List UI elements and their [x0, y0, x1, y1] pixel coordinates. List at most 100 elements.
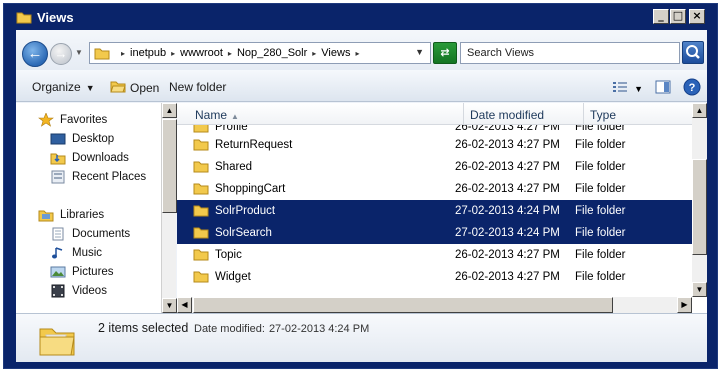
table-row[interactable]: Topic 26-02-2013 4:27 PM File folder: [177, 244, 692, 266]
nav-libraries[interactable]: Libraries: [38, 208, 104, 222]
file-name: ReturnRequest: [215, 139, 293, 151]
nav-libraries-label: Libraries: [60, 209, 105, 221]
folder-icon: [38, 324, 76, 359]
table-row-selected[interactable]: SolrProduct 27-02-2013 4:24 PM File fold…: [177, 200, 692, 222]
file-date: 27-02-2013 4:24 PM: [455, 205, 560, 217]
nav-item-pictures[interactable]: Pictures: [50, 265, 114, 279]
file-name: Topic: [215, 249, 242, 261]
nav-item-downloads[interactable]: Downloads: [50, 151, 129, 165]
nav-item-documents[interactable]: Documents: [50, 227, 130, 241]
chevron-right-icon[interactable]: ▸: [355, 49, 359, 58]
table-row[interactable]: ShoppingCart 26-02-2013 4:27 PM File fol…: [177, 178, 692, 200]
back-button[interactable]: ←: [22, 41, 48, 67]
command-bar: Organize ▼ Open New folder ▼ ?: [16, 70, 707, 102]
file-date: 27-02-2013 4:24 PM: [455, 227, 560, 239]
documents-icon: [50, 227, 66, 241]
file-date: 26-02-2013 4:27 PM: [455, 249, 560, 261]
file-date: 26-02-2013 4:27 PM: [455, 161, 560, 173]
file-date: 26-02-2013 4:27 PM: [455, 139, 560, 151]
folder-icon: [193, 203, 209, 220]
file-list-horizontal-scrollbar[interactable]: ◀ ▶: [177, 297, 692, 313]
breadcrumb-inetpub[interactable]: inetpub: [130, 47, 166, 59]
nav-item-videos[interactable]: Videos: [50, 284, 107, 298]
scroll-right-icon[interactable]: ▶: [677, 297, 692, 313]
address-dropdown-icon[interactable]: ▼: [415, 47, 424, 57]
chevron-down-icon[interactable]: ▼: [634, 84, 643, 94]
scroll-down-icon[interactable]: ▼: [692, 282, 707, 297]
chevron-right-icon[interactable]: ▸: [228, 49, 232, 58]
date-modified-info: Date modified: 27-02-2013 4:24 PM: [194, 323, 369, 335]
file-type: File folder: [575, 139, 626, 151]
preview-pane-icon[interactable]: [655, 80, 671, 97]
column-header-name-label: Name: [195, 108, 228, 122]
table-row-selected[interactable]: SolrSearch 27-02-2013 4:24 PM File folde…: [177, 222, 692, 244]
column-header-date[interactable]: Date modified: [464, 103, 584, 125]
folder-icon: [193, 181, 209, 198]
help-icon[interactable]: ?: [683, 78, 701, 99]
scroll-thumb[interactable]: [692, 159, 707, 255]
search-icon: [686, 45, 700, 59]
file-list-pane: Name ▲ Date modified Type Profile 26-02-2…: [177, 103, 707, 313]
breadcrumb-nop-280-solr[interactable]: Nop_280_Solr: [237, 47, 307, 59]
file-name: ShoppingCart: [215, 183, 286, 195]
scroll-down-icon[interactable]: ▼: [162, 298, 177, 313]
maximize-button[interactable]: □: [670, 9, 686, 24]
chevron-right-icon[interactable]: ▸: [312, 49, 316, 58]
nav-item-label: Downloads: [72, 152, 129, 164]
navigation-scrollbar[interactable]: ▲ ▼: [161, 103, 177, 313]
table-row[interactable]: ReturnRequest 26-02-2013 4:27 PM File fo…: [177, 134, 692, 156]
nav-item-label: Pictures: [72, 266, 114, 278]
folder-icon: [193, 137, 209, 154]
address-bar[interactable]: ▸ inetpub ▸ wwwroot ▸ Nop_280_Solr ▸ Vie…: [89, 42, 431, 64]
table-row[interactable]: Shared 26-02-2013 4:27 PM File folder: [177, 156, 692, 178]
nav-item-label: Desktop: [72, 133, 115, 145]
open-button[interactable]: Open: [110, 80, 159, 96]
recent-pages-dropdown-icon[interactable]: ▼: [75, 48, 83, 57]
minimize-button[interactable]: _: [653, 9, 669, 24]
forward-button[interactable]: →: [50, 43, 72, 65]
refresh-button[interactable]: ⇄: [433, 42, 457, 64]
title-bar[interactable]: Views _ □ ×: [4, 4, 717, 30]
search-input[interactable]: Search Views: [460, 42, 680, 64]
nav-item-label: Music: [72, 247, 103, 259]
chevron-right-icon[interactable]: ▸: [171, 49, 175, 58]
breadcrumb-wwwroot[interactable]: wwwroot: [180, 47, 223, 59]
column-header-name[interactable]: Name ▲: [189, 103, 464, 125]
nav-favorites[interactable]: Favorites: [38, 112, 107, 127]
nav-item-music[interactable]: Music: [50, 246, 102, 260]
open-label: Open: [130, 81, 160, 95]
file-name: Profile: [215, 125, 248, 133]
videos-icon: [50, 284, 66, 298]
scroll-left-icon[interactable]: ◀: [177, 297, 192, 313]
breadcrumb-views[interactable]: Views: [321, 47, 350, 59]
view-options-icon[interactable]: [612, 80, 628, 97]
folder-icon: [193, 225, 209, 242]
star-icon: [38, 112, 54, 127]
scroll-up-icon[interactable]: ▲: [162, 103, 177, 118]
nav-item-recent-places[interactable]: Recent Places: [50, 170, 146, 184]
search-button[interactable]: [682, 41, 704, 64]
folder-icon: [193, 269, 209, 286]
file-date: 26-02-2013 4:27 PM: [455, 183, 560, 195]
folder-icon: [193, 159, 209, 176]
chevron-right-icon[interactable]: ▸: [121, 49, 125, 58]
window-title: Views: [37, 10, 74, 25]
nav-item-desktop[interactable]: Desktop: [50, 132, 114, 146]
file-name: Widget: [215, 271, 251, 283]
file-type: File folder: [575, 205, 626, 217]
close-button[interactable]: ×: [689, 9, 705, 24]
scroll-thumb[interactable]: [193, 297, 613, 313]
new-folder-button[interactable]: New folder: [169, 80, 226, 94]
organize-menu-button[interactable]: Organize ▼: [32, 80, 95, 94]
scroll-thumb[interactable]: [162, 119, 177, 213]
scroll-up-icon[interactable]: ▲: [692, 103, 707, 118]
file-name: Shared: [215, 161, 253, 173]
chevron-down-icon: ▼: [85, 83, 95, 93]
navigation-pane: Favorites Desktop Downloads Recent Place…: [16, 103, 176, 313]
svg-text:?: ?: [689, 82, 696, 94]
table-row[interactable]: Widget 26-02-2013 4:27 PM File folder: [177, 266, 692, 288]
explorer-window: Views _ □ × ← → ▼ ▸ inetpub ▸ wwwroot ▸: [3, 3, 718, 369]
file-list-vertical-scrollbar[interactable]: ▲ ▼: [692, 103, 707, 297]
organize-label: Organize: [32, 80, 81, 94]
column-header-type[interactable]: Type: [584, 103, 692, 125]
